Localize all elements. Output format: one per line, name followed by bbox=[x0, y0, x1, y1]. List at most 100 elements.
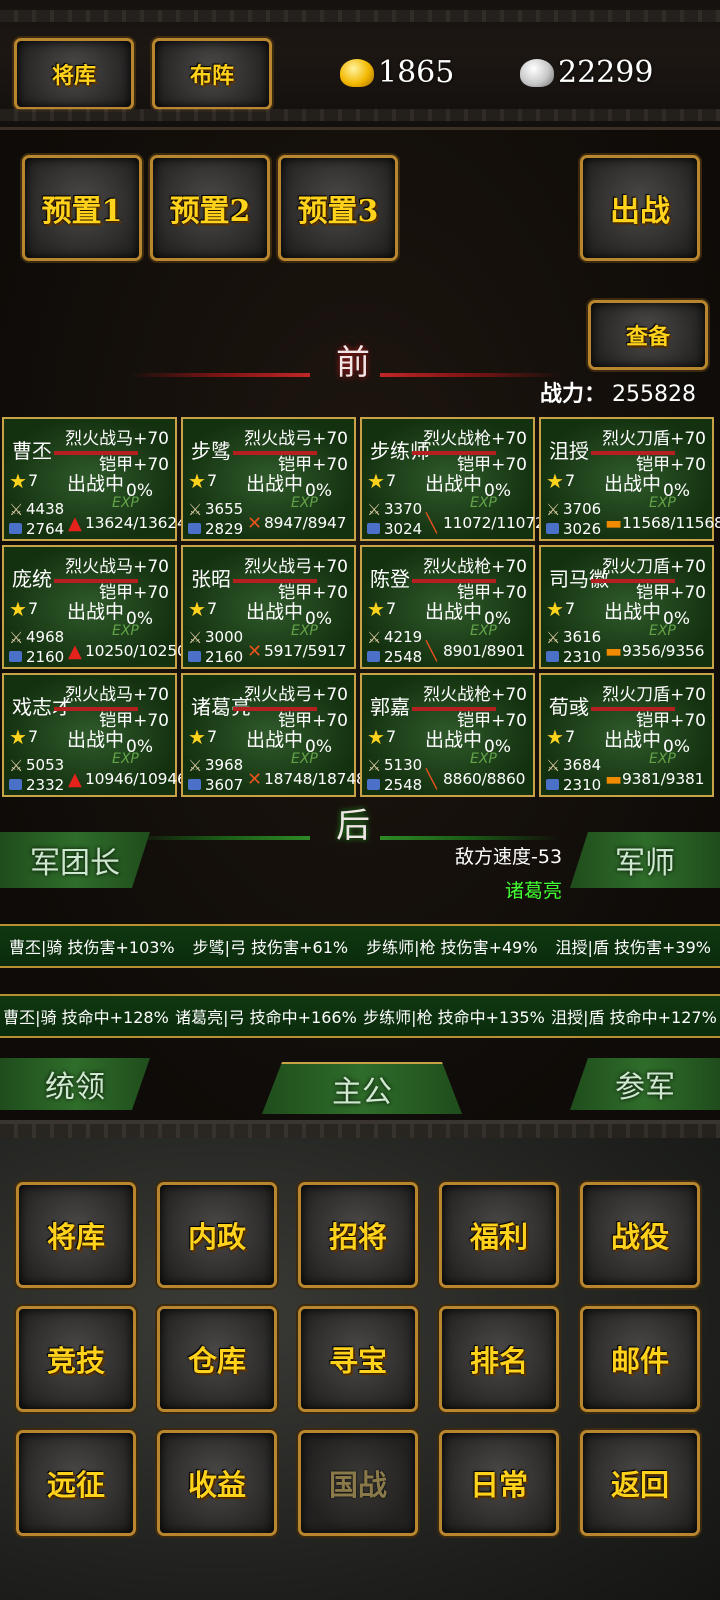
menu-button[interactable]: 将库 bbox=[16, 1182, 136, 1288]
general-card[interactable]: 烈火战弓+70 铠甲+70 诸葛亮 ★ 7 出战中 EXP 0% ⚔ 3968 … bbox=[181, 673, 366, 797]
hp-bar bbox=[233, 707, 317, 711]
strategist-tag[interactable]: 军师 bbox=[570, 832, 720, 888]
star-level: 7 bbox=[565, 599, 576, 618]
troop-count: 10946/10946 bbox=[85, 770, 187, 788]
general-card[interactable]: 烈火战马+70 铠甲+70 戏志才 ★ 7 出战中 EXP 0% ⚔ 5053 … bbox=[2, 673, 187, 797]
armor-icon bbox=[367, 523, 380, 534]
exp-percent: 0% bbox=[663, 481, 690, 501]
deploy-status: 出战中 bbox=[425, 729, 483, 751]
silver-ingot-icon bbox=[520, 58, 554, 87]
star-icon: ★ bbox=[367, 725, 385, 749]
menu-button[interactable]: 邮件 bbox=[580, 1306, 700, 1412]
preset-2-button[interactable]: 预置2 bbox=[150, 155, 270, 261]
weapon-label: 烈火战弓+70 bbox=[244, 685, 348, 705]
menu-button[interactable]: 返回 bbox=[580, 1430, 700, 1536]
armor-icon bbox=[188, 523, 201, 534]
menu-button[interactable]: 远征 bbox=[16, 1430, 136, 1536]
general-card[interactable]: 烈火战马+70 铠甲+70 曹丕 ★ 7 出战中 EXP 0% ⚔ 4438 2… bbox=[2, 417, 187, 541]
weapon-label: 烈火刀盾+70 bbox=[602, 557, 706, 577]
troop-count: 8901/8901 bbox=[443, 642, 526, 660]
menu-button[interactable]: 国战 bbox=[298, 1430, 418, 1536]
star-icon: ★ bbox=[367, 597, 385, 621]
defense-value: 2310 bbox=[563, 648, 602, 666]
menu-button[interactable]: 日常 bbox=[439, 1430, 559, 1536]
commander-tag[interactable]: 统领 bbox=[0, 1058, 150, 1110]
attack-value: 3655 bbox=[205, 500, 244, 518]
general-name: 步练师 bbox=[370, 439, 430, 463]
troop-type-icon: ▬ bbox=[605, 769, 623, 790]
damage-bonus: 沮授|盾 技伤害+39% bbox=[555, 938, 711, 957]
menu-button[interactable]: 内政 bbox=[157, 1182, 277, 1288]
exp-percent: 0% bbox=[484, 481, 511, 501]
armor-icon bbox=[546, 523, 559, 534]
exp-percent: 0% bbox=[305, 481, 332, 501]
armor-icon bbox=[546, 651, 559, 662]
general-card[interactable]: 烈火战弓+70 铠甲+70 步骘 ★ 7 出战中 EXP 0% ⚔ 3655 2… bbox=[181, 417, 356, 541]
general-card[interactable]: 烈火战枪+70 铠甲+70 步练师 ★ 7 出战中 EXP 0% ⚔ 3370 … bbox=[360, 417, 545, 541]
menu-button[interactable]: 寻宝 bbox=[298, 1306, 418, 1412]
defense-value: 2160 bbox=[26, 648, 65, 666]
armor-icon bbox=[367, 779, 380, 790]
tab-formation[interactable]: 布阵 bbox=[152, 38, 272, 110]
hp-bar bbox=[54, 579, 138, 583]
front-emblem: 前 bbox=[336, 343, 370, 383]
advisor-tag[interactable]: 参军 bbox=[570, 1058, 720, 1110]
general-card[interactable]: 烈火刀盾+70 铠甲+70 司马徽 ★ 7 出战中 EXP 0% ⚔ 3616 … bbox=[539, 545, 714, 669]
lord-tag[interactable]: 主公 bbox=[262, 1062, 462, 1114]
star-level: 7 bbox=[386, 599, 397, 618]
sword-icon: ⚔ bbox=[188, 756, 203, 775]
tab-general-library[interactable]: 将库 bbox=[14, 38, 134, 110]
star-level: 7 bbox=[28, 471, 39, 490]
legion-commander-tag[interactable]: 军团长 bbox=[0, 832, 150, 888]
general-card[interactable]: 烈火战马+70 铠甲+70 庞统 ★ 7 出战中 EXP 0% ⚔ 4968 2… bbox=[2, 545, 187, 669]
menu-button[interactable]: 仓库 bbox=[157, 1306, 277, 1412]
general-card[interactable]: 烈火刀盾+70 铠甲+70 荀彧 ★ 7 出战中 EXP 0% ⚔ 3684 2… bbox=[539, 673, 714, 797]
menu-button[interactable]: 战役 bbox=[580, 1182, 700, 1288]
menu-button[interactable]: 招将 bbox=[298, 1182, 418, 1288]
menu-button[interactable]: 排名 bbox=[439, 1306, 559, 1412]
damage-bonus: 步骘|弓 技伤害+61% bbox=[192, 938, 349, 957]
damage-bonus: 曹丕|骑 技伤害+103% bbox=[9, 938, 175, 957]
star-icon: ★ bbox=[9, 725, 27, 749]
star-level: 7 bbox=[207, 471, 218, 490]
star-level: 7 bbox=[28, 727, 39, 746]
exp-percent: 0% bbox=[305, 737, 332, 757]
armor-icon bbox=[188, 651, 201, 662]
troop-count: 8947/8947 bbox=[264, 514, 347, 532]
troop-count: 9381/9381 bbox=[622, 770, 705, 788]
sword-icon: ⚔ bbox=[367, 500, 382, 519]
sword-icon: ⚔ bbox=[188, 628, 203, 647]
gold-amount: 1865 bbox=[378, 55, 455, 90]
combat-power: 战力： 255828 bbox=[540, 376, 696, 408]
exp-percent: 0% bbox=[484, 609, 511, 629]
general-card[interactable]: 烈火战弓+70 铠甲+70 张昭 ★ 7 出战中 EXP 0% ⚔ 3000 2… bbox=[181, 545, 356, 669]
top-bar: 将库 布阵 1865 22299 bbox=[0, 0, 720, 130]
hit-bonus: 步练师|枪 技命中+135% bbox=[363, 1008, 545, 1027]
weapon-label: 烈火刀盾+70 bbox=[602, 429, 706, 449]
defense-value: 2548 bbox=[384, 776, 423, 794]
menu-button[interactable]: 收益 bbox=[157, 1430, 277, 1536]
menu-button[interactable]: 竞技 bbox=[16, 1306, 136, 1412]
star-icon: ★ bbox=[188, 469, 206, 493]
star-level: 7 bbox=[565, 727, 576, 746]
armor-icon bbox=[546, 779, 559, 790]
preset-1-button[interactable]: 预置1 bbox=[22, 155, 142, 261]
exp-percent: 0% bbox=[484, 737, 511, 757]
general-card[interactable]: 烈火战枪+70 铠甲+70 陈登 ★ 7 出战中 EXP 0% ⚔ 4219 2… bbox=[360, 545, 535, 669]
exp-percent: 0% bbox=[663, 609, 690, 629]
hit-bonus: 曹丕|骑 技命中+128% bbox=[3, 1008, 169, 1027]
general-card[interactable]: 烈火战枪+70 铠甲+70 郭嘉 ★ 7 出战中 EXP 0% ⚔ 5130 2… bbox=[360, 673, 535, 797]
general-name: 荀彧 bbox=[549, 695, 589, 719]
damage-bonus-row: 曹丕|骑 技伤害+103% 步骘|弓 技伤害+61% 步练师|枪 技伤害+49%… bbox=[0, 924, 720, 968]
rear-emblem: 后 bbox=[336, 806, 370, 846]
general-card[interactable]: 烈火刀盾+70 铠甲+70 沮授 ★ 7 出战中 EXP 0% ⚔ 3706 3… bbox=[539, 417, 720, 541]
preset-3-button[interactable]: 预置3 bbox=[278, 155, 398, 261]
menu-button[interactable]: 福利 bbox=[439, 1182, 559, 1288]
troop-type-icon: ▲ bbox=[68, 513, 82, 534]
attack-value: 3370 bbox=[384, 500, 423, 518]
battle-button[interactable]: 出战 bbox=[580, 155, 700, 261]
inspect-button[interactable]: 查备 bbox=[588, 300, 708, 370]
troop-type-icon: ╲ bbox=[426, 641, 437, 662]
exp-percent: 0% bbox=[305, 609, 332, 629]
troop-type-icon: ✕ bbox=[247, 513, 263, 534]
